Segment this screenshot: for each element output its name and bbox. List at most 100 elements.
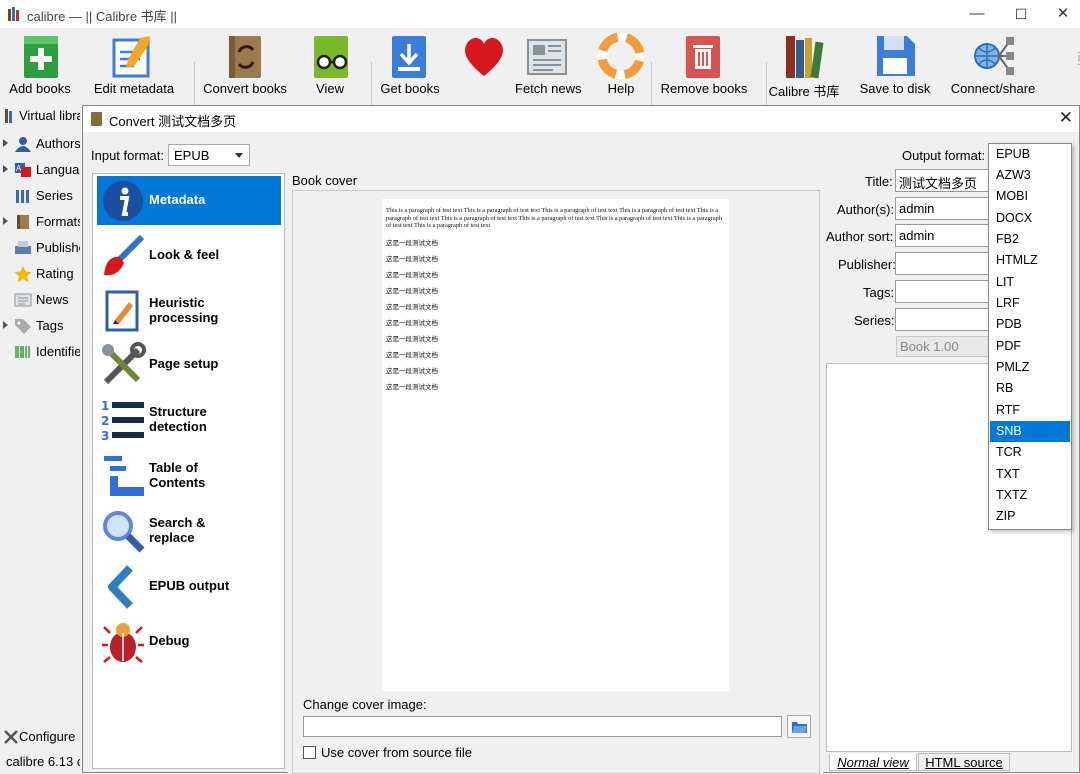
format-option[interactable]: PDF — [990, 336, 1070, 357]
sidebar-item-languages[interactable]: A Languag — [0, 158, 80, 182]
tools-icon — [102, 342, 146, 385]
remove-books-button[interactable]: Remove books — [660, 30, 748, 100]
sidebar-item-identifiers[interactable]: Identifie — [0, 340, 80, 364]
title-input[interactable]: 测试文档多页 — [895, 169, 995, 192]
format-option-highlighted[interactable]: SNB — [990, 421, 1070, 442]
format-option[interactable]: LIT — [990, 272, 1070, 293]
view-button[interactable]: View — [308, 30, 352, 100]
convert-books-icon — [229, 36, 261, 78]
book-cover-image[interactable]: This is a paragraph of test text This is… — [382, 199, 729, 691]
cover-line: 这是一段测试文档 — [386, 368, 438, 375]
configure-button[interactable]: Configure — [0, 725, 80, 749]
edit-metadata-button[interactable]: Edit metadata — [92, 30, 176, 100]
tag-icon — [15, 319, 31, 334]
tab-normal-view[interactable]: Normal view — [829, 753, 917, 771]
minimize-button[interactable]: — — [955, 0, 999, 28]
folder-open-icon — [792, 722, 807, 733]
sidebar-item-authors[interactable]: Authors — [0, 132, 80, 156]
fetch-news-button[interactable]: Fetch news — [515, 30, 581, 100]
format-option[interactable]: TCR — [990, 442, 1070, 463]
window-title: calibre — || Calibre 书库 || — [27, 9, 178, 24]
sidebar-item-formats[interactable]: Formats — [0, 210, 80, 234]
main-toolbar: Add books Edit metadata Convert books Vi… — [0, 28, 1080, 120]
category-metadata[interactable]: Metadata — [97, 176, 281, 225]
expand-arrow-icon[interactable] — [3, 321, 8, 329]
cover-path-input[interactable] — [303, 716, 782, 737]
use-cover-label: Use cover from source file — [321, 745, 472, 760]
format-option[interactable]: PDB — [990, 314, 1070, 335]
get-books-icon — [392, 36, 426, 78]
format-option[interactable]: MOBI — [990, 186, 1070, 207]
sidebar-item-series[interactable]: Series — [0, 184, 80, 208]
book-cover-label: Book cover — [292, 173, 358, 188]
format-option[interactable]: HTMLZ — [990, 250, 1070, 271]
series-icon — [16, 190, 29, 203]
category-debug[interactable]: Debug — [97, 617, 281, 666]
convert-books-button[interactable]: Convert books — [202, 30, 288, 100]
format-option[interactable]: TXTZ — [990, 485, 1070, 506]
toolbar-overflow-handle[interactable]: ⋮ ⋮ — [1074, 52, 1080, 67]
category-search-replace[interactable]: Search & replace — [97, 506, 281, 555]
save-to-disk-button[interactable]: Save to disk — [858, 30, 932, 100]
cover-line: 这是一段测试文档 — [386, 272, 438, 279]
format-option[interactable]: FB2 — [990, 229, 1070, 250]
category-structure-detection[interactable]: 123 Structure detection — [97, 395, 281, 444]
format-option[interactable]: LRF — [990, 293, 1070, 314]
cover-line: 这是一段测试文档 — [386, 320, 438, 327]
format-option[interactable]: DOCX — [990, 208, 1070, 229]
help-button[interactable]: Help — [597, 30, 645, 100]
browse-cover-button[interactable] — [787, 715, 811, 738]
add-books-button[interactable]: Add books — [4, 30, 76, 100]
close-window-button[interactable]: ✕ — [1041, 0, 1080, 28]
get-books-button[interactable]: Get books — [380, 30, 440, 100]
publisher-icon — [15, 241, 31, 254]
sidebar-item-news[interactable]: News — [0, 288, 80, 312]
expand-arrow-icon[interactable] — [3, 139, 8, 147]
maximize-button[interactable]: ☐ — [999, 0, 1043, 28]
dialog-titlebar: Convert 测试文档多页 ✕ — [83, 106, 1079, 132]
format-option[interactable]: AZW3 — [990, 165, 1070, 186]
input-format-select[interactable]: EPUB — [168, 144, 250, 166]
category-table-of-contents[interactable]: Table of Contents — [97, 451, 281, 500]
calibre-library-button[interactable]: Calibre 书库 — [768, 30, 840, 100]
connect-share-button[interactable]: Connect/share — [950, 30, 1036, 100]
remove-books-icon — [686, 36, 720, 78]
sidebar-item-rating[interactable]: Rating — [0, 262, 80, 286]
tags-input[interactable] — [895, 280, 995, 303]
chevron-left-icon — [108, 565, 133, 609]
publisher-input[interactable] — [895, 252, 995, 275]
sidebar-item-tags[interactable]: Tags — [0, 314, 80, 338]
svg-text:3: 3 — [101, 429, 109, 443]
use-cover-checkbox[interactable] — [303, 746, 316, 759]
category-epub-output[interactable]: EPUB output — [97, 562, 281, 611]
format-option[interactable]: ZIP — [990, 506, 1070, 527]
cover-line: 这是一段测试文档 — [386, 384, 438, 391]
convert-dialog: Convert 测试文档多页 ✕ Input format: EPUB Outp… — [82, 105, 1080, 774]
sidebar-item-publisher[interactable]: Publishe — [0, 236, 80, 260]
brush-icon — [104, 234, 145, 276]
version-status: calibre 6.13 cr — [6, 754, 80, 769]
dialog-close-button[interactable]: ✕ — [1059, 108, 1073, 128]
cover-line: 这是一段测试文档 — [386, 288, 438, 295]
format-option[interactable]: PMLZ — [990, 357, 1070, 378]
expand-arrow-icon[interactable] — [3, 217, 8, 225]
format-option[interactable]: RB — [990, 378, 1070, 399]
category-look-and-feel[interactable]: Look & feel — [97, 231, 281, 280]
authors-input[interactable]: admin — [895, 197, 995, 220]
format-option[interactable]: TXT — [990, 464, 1070, 485]
series-input[interactable] — [895, 308, 995, 331]
virtual-library-button[interactable]: Virtual libra — [0, 104, 80, 128]
tab-html-source[interactable]: HTML source — [918, 753, 1010, 771]
change-cover-label: Change cover image: — [303, 697, 427, 712]
series-index-spinbox[interactable]: Book 1.00 — [896, 336, 994, 357]
expand-arrow-icon[interactable] — [3, 165, 8, 173]
format-option[interactable]: RTF — [990, 400, 1070, 421]
category-page-setup[interactable]: Page setup — [97, 340, 281, 389]
donate-heart-button[interactable] — [460, 30, 508, 100]
numbered-list-icon: 123 — [101, 399, 144, 443]
format-option[interactable]: EPUB — [990, 144, 1070, 165]
cover-line: 这是一段测试文档 — [386, 304, 438, 311]
category-heuristic-processing[interactable]: Heuristic processing — [97, 286, 281, 335]
svg-text:A: A — [16, 164, 22, 173]
author-sort-input[interactable]: admin — [895, 224, 995, 247]
